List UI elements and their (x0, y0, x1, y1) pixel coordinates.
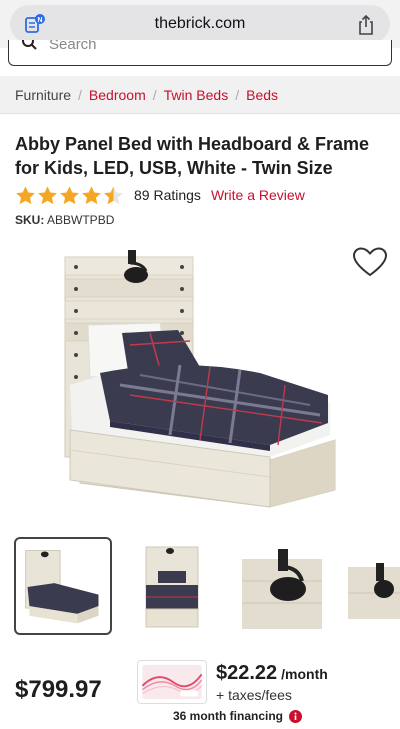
sku: SKU: ABBWTPBD (15, 213, 114, 227)
breadcrumb-separator: / (152, 87, 157, 103)
breadcrumb-bar: Furniture / Bedroom / Twin Beds / Beds (0, 76, 400, 114)
taxes-fees: + taxes/fees (216, 687, 292, 703)
ratings-count[interactable]: 89 Ratings (134, 187, 201, 203)
breadcrumb-separator: / (235, 87, 240, 103)
sku-value: ABBWTPBD (47, 213, 115, 227)
financing-label: 36 month financing (173, 709, 284, 723)
write-review-link[interactable]: Write a Review (211, 187, 305, 203)
search-icon (22, 40, 37, 50)
thumbnail-bed-full[interactable] (14, 537, 112, 635)
monthly-payment: $22.22/month (216, 662, 328, 685)
thumbnail-strip (14, 537, 400, 637)
financing-term[interactable]: 36 month financing (173, 709, 303, 723)
thumbnail-bed-front-image (145, 546, 199, 628)
thumbnail-bed-full-image (25, 550, 99, 624)
product-title: Abby Panel Bed with Headboard & Frame fo… (15, 134, 370, 178)
product-price: $799.97 (15, 676, 102, 703)
star-icon (38, 185, 57, 204)
thumbnail-lamp-side-image (348, 563, 400, 619)
breadcrumb-item-beds[interactable]: Beds (246, 87, 278, 103)
monthly-amount: $22.22 (216, 662, 278, 684)
star-half-icon (104, 185, 123, 204)
star-icon (16, 185, 35, 204)
breadcrumb-item-twin-beds[interactable]: Twin Beds (164, 87, 229, 103)
thumbnail-lamp-closeup[interactable] (242, 537, 340, 635)
sku-label: SKU: (15, 213, 45, 227)
breadcrumb-separator: / (78, 87, 82, 103)
heart-icon[interactable] (353, 247, 387, 277)
star-icon (60, 185, 79, 204)
monthly-suffix: /month (281, 666, 328, 682)
breadcrumb: Furniture / Bedroom / Twin Beds / Beds (15, 87, 278, 103)
search-input[interactable]: Search (8, 40, 392, 66)
thumbnail-bed-front[interactable] (128, 537, 226, 635)
financing-card-image (137, 660, 207, 704)
address-bar[interactable]: N thebrick.com (10, 5, 390, 43)
breadcrumb-item-furniture[interactable]: Furniture (15, 87, 71, 103)
product-main-image[interactable] (60, 245, 340, 515)
info-icon[interactable] (289, 709, 303, 723)
share-icon[interactable] (356, 14, 376, 36)
thumbnail-lamp-closeup-image (242, 549, 322, 629)
thumbnail-lamp-side[interactable] (348, 537, 400, 635)
star-rating[interactable] (15, 185, 124, 206)
star-icon (82, 185, 101, 204)
search-placeholder: Search (49, 40, 97, 53)
url-text[interactable]: thebrick.com (10, 15, 390, 33)
breadcrumb-item-bedroom[interactable]: Bedroom (89, 87, 146, 103)
rating-row: 89 Ratings Write a Review (15, 183, 305, 207)
